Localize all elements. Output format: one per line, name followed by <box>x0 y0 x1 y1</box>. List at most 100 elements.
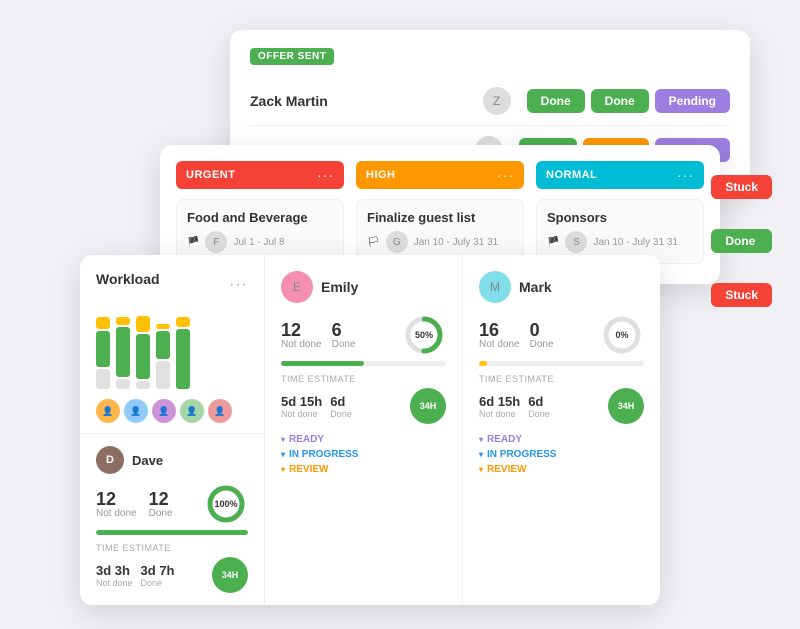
emily-name: Emily <box>321 279 358 295</box>
bar-gray-3 <box>136 381 150 389</box>
mark-stats: 16 Not done 0 Done 0% <box>479 313 644 357</box>
mark-34h-badge: 34H <box>608 388 644 424</box>
emily-time-notdone: 5d 15h Not done <box>281 394 322 419</box>
workload-chart-section: Workload ··· <box>80 255 264 433</box>
workload-header: Workload ··· <box>96 271 248 299</box>
mark-done-num: 0 <box>530 321 554 339</box>
mark-time-lbl: TIME ESTIMATE <box>479 374 644 384</box>
mark-notdone-lbl: Not done <box>479 339 520 350</box>
mark-time-d-val: 6d <box>528 394 550 409</box>
chevron-icon-ready: ▾ <box>281 435 285 444</box>
badge-done-2: Done <box>591 89 649 113</box>
emily-header: E Emily <box>281 271 446 303</box>
offer-name-zack: Zack Martin <box>250 93 483 109</box>
chevron-icon-mark-ready: ▾ <box>479 435 483 444</box>
emily-tag-review[interactable]: ▾ REVIEW <box>281 464 446 475</box>
dave-time-done-val: 3d 7h <box>141 563 175 578</box>
kanban-col-normal: NORMAL ··· Sponsors 🏴 S Jan 10 - July 31… <box>536 161 704 264</box>
chevron-icon-mark-inprogress: ▾ <box>479 450 483 459</box>
col-dots-normal[interactable]: ··· <box>677 167 694 183</box>
bar-green-4 <box>156 331 170 359</box>
mark-percent: 0% <box>615 330 628 340</box>
w-avatar-3: 👤 <box>152 399 176 423</box>
mark-time-nd-lbl: Not done <box>479 409 520 419</box>
dave-percent-label: 100% <box>214 499 237 509</box>
chevron-icon-review: ▾ <box>281 465 285 474</box>
bar-yellow-2 <box>116 317 130 325</box>
dave-avatar: D <box>96 446 124 474</box>
bar-col-4 <box>156 324 170 389</box>
mark-panel: M Mark 16 Not done 0 Done <box>463 255 660 605</box>
emily-tag-ready[interactable]: ▾ READY <box>281 434 446 445</box>
col-dots-high[interactable]: ··· <box>497 167 514 183</box>
col-label-high: HIGH <box>366 169 396 181</box>
offer-row-zack: Zack Martin Z Done Done Pending <box>250 77 730 126</box>
dave-notdone-label: Not done <box>96 508 137 519</box>
workload-card: Workload ··· <box>80 255 660 605</box>
dave-section: D Dave 12 Not done 12 Done <box>80 433 264 605</box>
emily-percent: 50% <box>415 330 433 340</box>
w-avatar-2: 👤 <box>124 399 148 423</box>
emily-time-nd-lbl: Not done <box>281 409 322 419</box>
emily-ready-label: READY <box>289 434 324 445</box>
mark-tag-inprogress[interactable]: ▾ IN PROGRESS <box>479 449 644 460</box>
chevron-icon-mark-review: ▾ <box>479 465 483 474</box>
mark-ready-label: READY <box>487 434 522 445</box>
dave-time-done-lbl: Done <box>141 578 175 588</box>
emily-review-label: REVIEW <box>289 464 328 475</box>
task-flag-normal: 🏴 <box>547 237 559 248</box>
emily-notdone-lbl: Not done <box>281 339 322 350</box>
avatar-zack: Z <box>483 87 511 115</box>
mark-time-row: 6d 15h Not done 6d Done 34H <box>479 388 644 424</box>
emily-time-lbl: TIME ESTIMATE <box>281 374 446 384</box>
col-dots-urgent[interactable]: ··· <box>317 167 334 183</box>
dave-notdone-num: 12 <box>96 490 137 508</box>
task-meta-normal: 🏴 S Jan 10 - July 31 31 <box>547 231 693 253</box>
workload-left-panel: Workload ··· <box>80 255 265 605</box>
workload-content: Workload ··· <box>80 255 660 605</box>
dave-done-num: 12 <box>149 490 173 508</box>
mark-inprogress-label: IN PROGRESS <box>487 449 556 460</box>
emily-time-done: 6d Done <box>330 394 352 419</box>
task-date-normal: Jan 10 - July 31 31 <box>593 237 678 248</box>
badge-pending-1: Pending <box>655 89 730 113</box>
bar-col-3 <box>136 316 150 389</box>
offer-sent-tag: OFFER SENT <box>250 48 334 65</box>
dave-time-notdone-val: 3d 3h <box>96 563 133 578</box>
mark-tag-review[interactable]: ▾ REVIEW <box>479 464 644 475</box>
workload-avatars: 👤 👤 👤 👤 👤 <box>96 399 248 423</box>
dave-time-row: 3d 3h Not done 3d 7h Done 34H <box>96 557 248 593</box>
emily-notdone-num: 12 <box>281 321 322 339</box>
bar-gray-4 <box>156 361 170 389</box>
chevron-icon-inprogress: ▾ <box>281 450 285 459</box>
task-flag-urgent: 🏴 <box>187 237 199 248</box>
emily-status-tags: ▾ READY ▾ IN PROGRESS ▾ REVIEW <box>281 434 446 475</box>
kanban-col-high: HIGH ··· Finalize guest list 🏳 G Jan 10 … <box>356 161 524 264</box>
emily-tag-inprogress[interactable]: ▾ IN PROGRESS <box>281 449 446 460</box>
dave-time-done: 3d 7h Done <box>141 563 175 588</box>
people-panels: E Emily 12 Not done 6 Done <box>265 255 660 605</box>
bar-yellow-4 <box>156 324 170 329</box>
dave-stat-done: 12 Done <box>149 490 173 519</box>
w-avatar-4: 👤 <box>180 399 204 423</box>
bar-col-5 <box>176 317 190 389</box>
col-label-urgent: URGENT <box>186 169 235 181</box>
task-title-high: Finalize guest list <box>367 210 513 225</box>
mark-notdone-num: 16 <box>479 321 520 339</box>
bar-green-1 <box>96 331 110 367</box>
mark-avatar: M <box>479 271 511 303</box>
task-title-urgent: Food and Beverage <box>187 210 333 225</box>
mark-time-nd-val: 6d 15h <box>479 394 520 409</box>
emily-time-row: 5d 15h Not done 6d Done 34H <box>281 388 446 424</box>
dave-34h-wrap: 34H <box>212 557 248 593</box>
workload-menu-icon[interactable]: ··· <box>229 276 248 294</box>
task-meta-high: 🏳 G Jan 10 - July 31 31 <box>367 231 513 253</box>
bar-col-2 <box>116 317 130 389</box>
mark-tag-ready[interactable]: ▾ READY <box>479 434 644 445</box>
bar-gray-1 <box>96 369 110 389</box>
dave-progress-fill <box>96 530 248 535</box>
emily-stat-notdone: 12 Not done <box>281 321 322 350</box>
emily-done-num: 6 <box>332 321 356 339</box>
mark-name: Mark <box>519 279 552 295</box>
bar-col-1 <box>96 317 110 389</box>
